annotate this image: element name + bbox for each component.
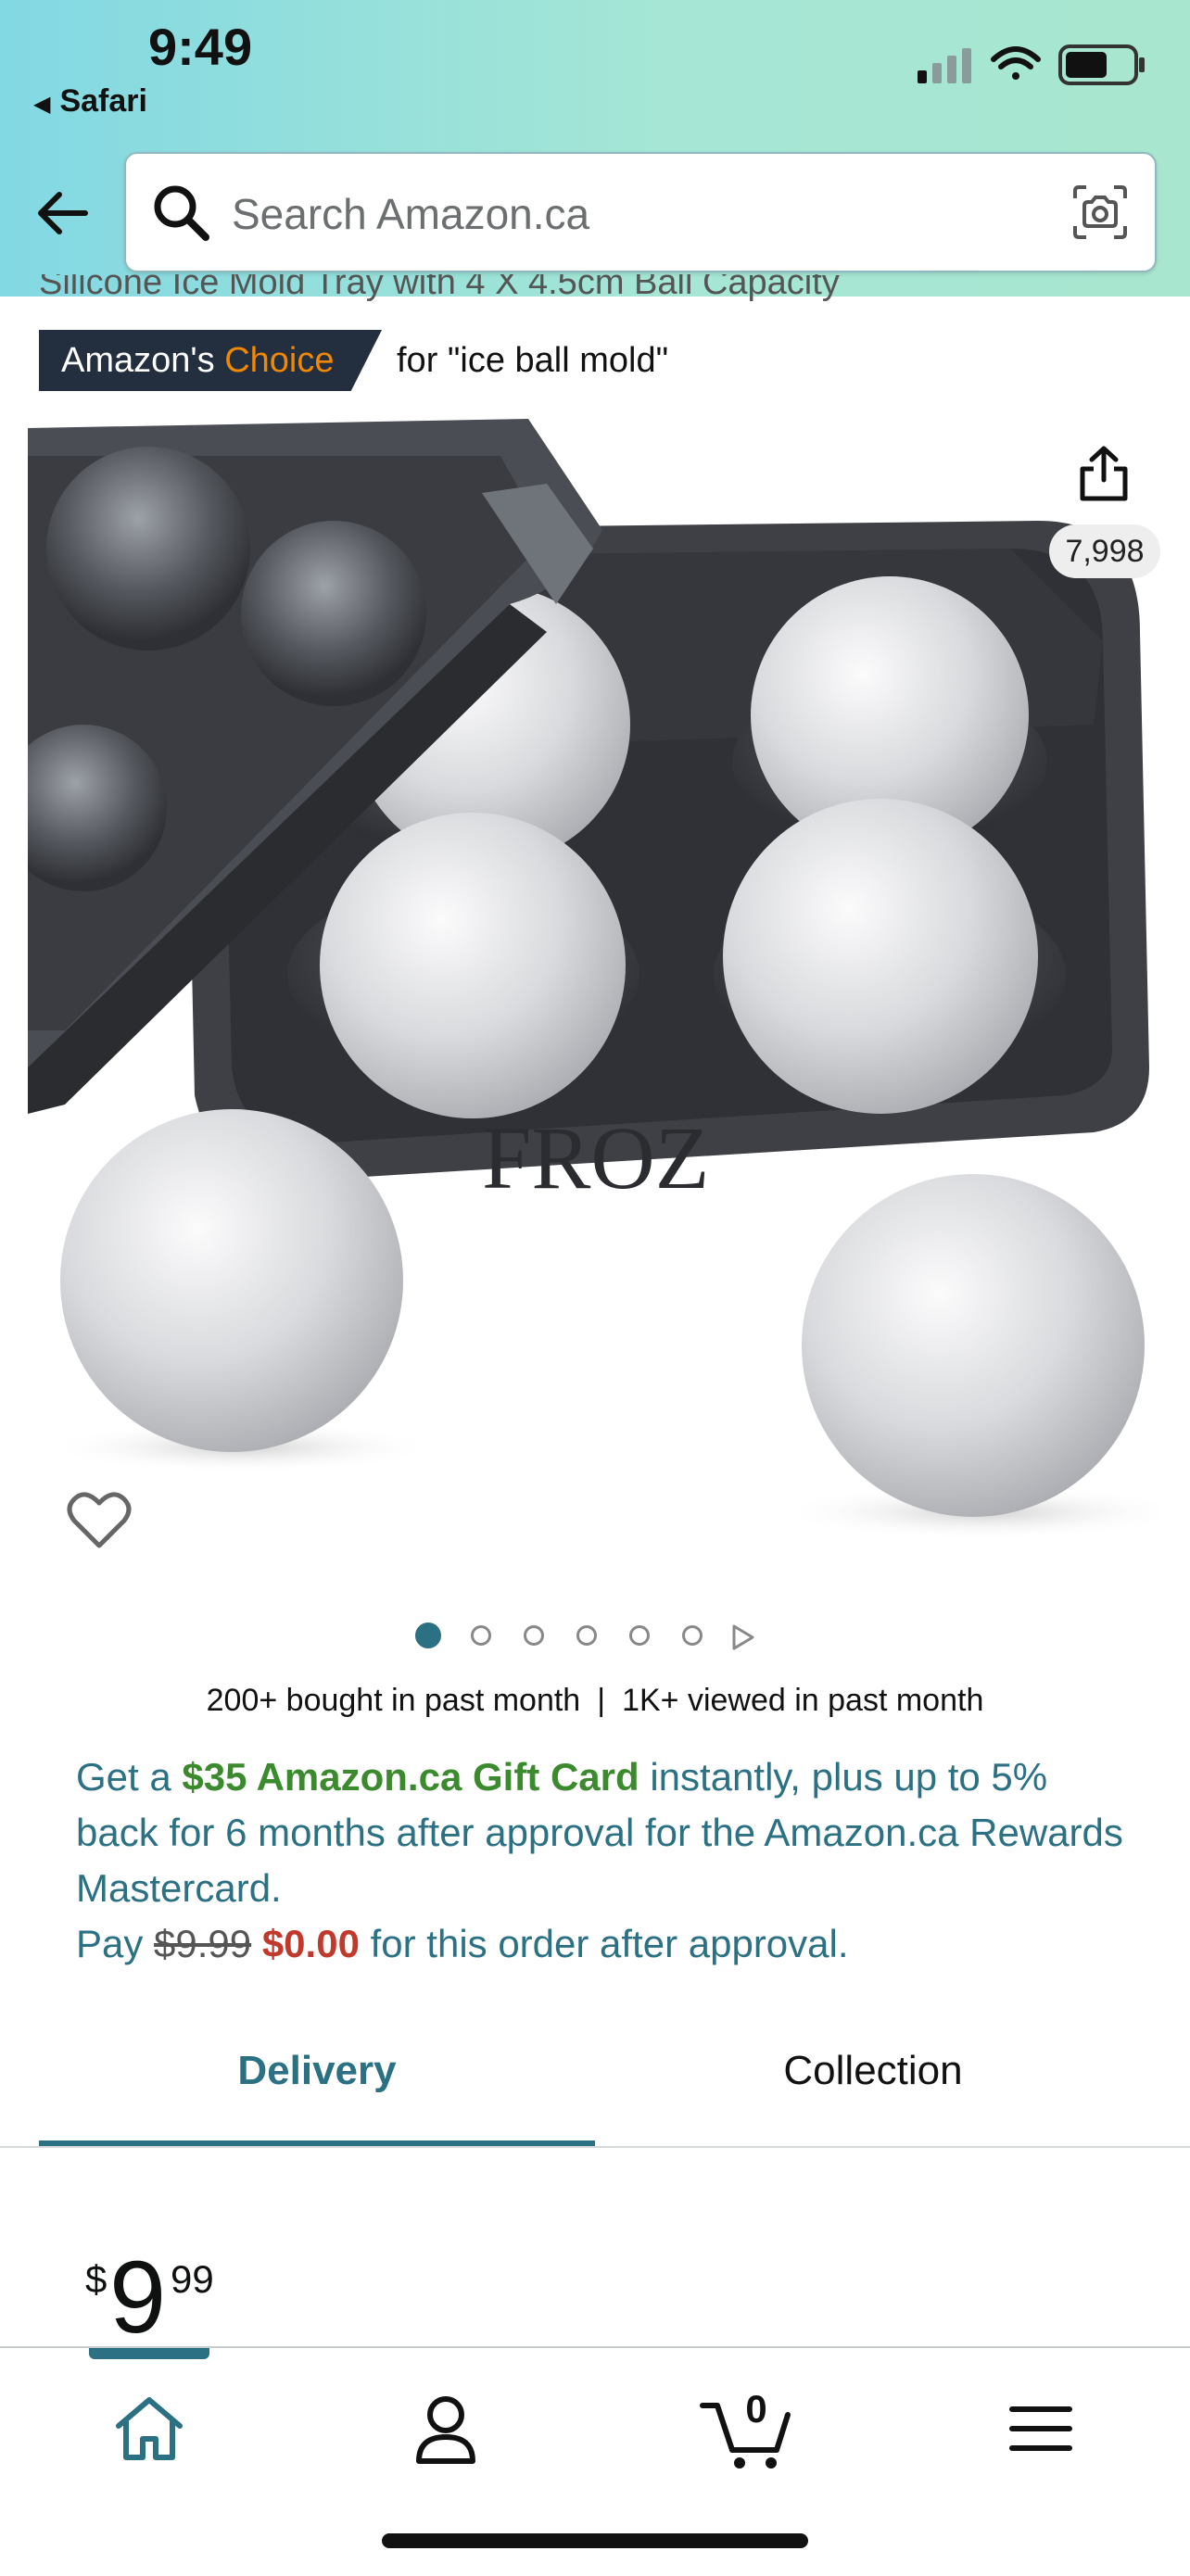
status-icons (918, 44, 1145, 85)
tab-collection[interactable]: Collection (595, 2048, 1151, 2113)
cellular-signal-icon (918, 48, 971, 83)
carousel-dot[interactable] (415, 1623, 441, 1648)
wifi-icon (991, 46, 1041, 80)
carousel-dot[interactable] (524, 1625, 544, 1646)
badge-for-text: for "ice ball mold" (397, 341, 669, 380)
search-icon (154, 185, 209, 241)
ratings-count[interactable]: 7,998 (1049, 524, 1160, 578)
share-icon[interactable] (1073, 443, 1134, 504)
back-triangle-icon: ◀ (33, 92, 51, 117)
promo-new-price: $0.00 (261, 1922, 360, 1965)
promo-old-price: $9.99 (154, 1922, 252, 1965)
brand-embossed-text: FROZ (482, 1108, 709, 1207)
bought-count-text: 200+ bought in past month (206, 1683, 581, 1718)
account-icon[interactable] (404, 2387, 487, 2470)
status-time: 9:49 (148, 18, 253, 76)
promo-pay-label: Pay (76, 1922, 155, 1965)
back-arrow-icon[interactable] (33, 183, 93, 243)
product-image[interactable]: FROZ (28, 419, 1162, 1568)
product-title-text: Silicone Ice Mold Tray with 4 X 4.5cm Ba… (39, 274, 840, 302)
back-to-safari-link[interactable]: ◀ Safari (33, 83, 147, 120)
tab-delivery[interactable]: Delivery (39, 2048, 595, 2113)
back-app-label: Safari (59, 83, 147, 119)
menu-icon[interactable] (999, 2387, 1082, 2470)
bottom-nav: 0 (0, 2346, 1190, 2576)
promo-text-1: Get a (76, 1755, 183, 1799)
carousel-dot[interactable] (576, 1625, 597, 1646)
badge-label: Amazon's Choice (61, 341, 335, 381)
wishlist-button[interactable] (54, 1475, 145, 1566)
price-fraction: 99 (171, 2257, 214, 2301)
carousel-dot[interactable] (629, 1625, 650, 1646)
battery-icon (1058, 44, 1145, 85)
badge-prefix: Amazon's (61, 341, 225, 380)
viewed-count-text: 1K+ viewed in past month (622, 1683, 984, 1718)
header: 9:49 ◀ Safari Search Amazon.ca (0, 0, 1190, 297)
carousel-dot[interactable] (471, 1625, 491, 1646)
home-indicator (382, 2533, 808, 2548)
badge-highlight: Choice (224, 341, 335, 380)
carousel-dot[interactable] (682, 1625, 703, 1646)
home-icon[interactable] (108, 2387, 191, 2470)
nav-active-indicator (89, 2348, 209, 2359)
heart-icon (67, 1492, 132, 1548)
social-proof-separator: | (597, 1683, 606, 1718)
image-carousel-dots (415, 1622, 767, 1653)
cart-button[interactable]: 0 (697, 2374, 799, 2476)
price-whole: 9 (109, 2241, 167, 2355)
social-proof: 200+ bought in past month | 1K+ viewed in … (0, 1683, 1190, 1719)
tab-divider (0, 2146, 1190, 2148)
cart-count: 0 (745, 2387, 767, 2431)
camera-icon[interactable] (1071, 183, 1129, 241)
play-video-icon[interactable] (728, 1623, 756, 1651)
search-placeholder: Search Amazon.ca (232, 190, 590, 238)
credit-card-promo[interactable]: Get a $35 Amazon.ca Gift Card instantly,… (76, 1749, 1133, 1972)
promo-pay-suffix: for this order after approval. (359, 1922, 849, 1965)
price-symbol: $ (85, 2257, 108, 2301)
promo-gift-card: $35 Amazon.ca Gift Card (182, 1755, 639, 1799)
ice-mold-illustration: FROZ (28, 419, 1162, 1568)
product-title: Silicone Ice Mold Tray with 4 X 4.5cm Ba… (39, 274, 1151, 315)
search-input[interactable]: Search Amazon.ca (124, 152, 1157, 272)
